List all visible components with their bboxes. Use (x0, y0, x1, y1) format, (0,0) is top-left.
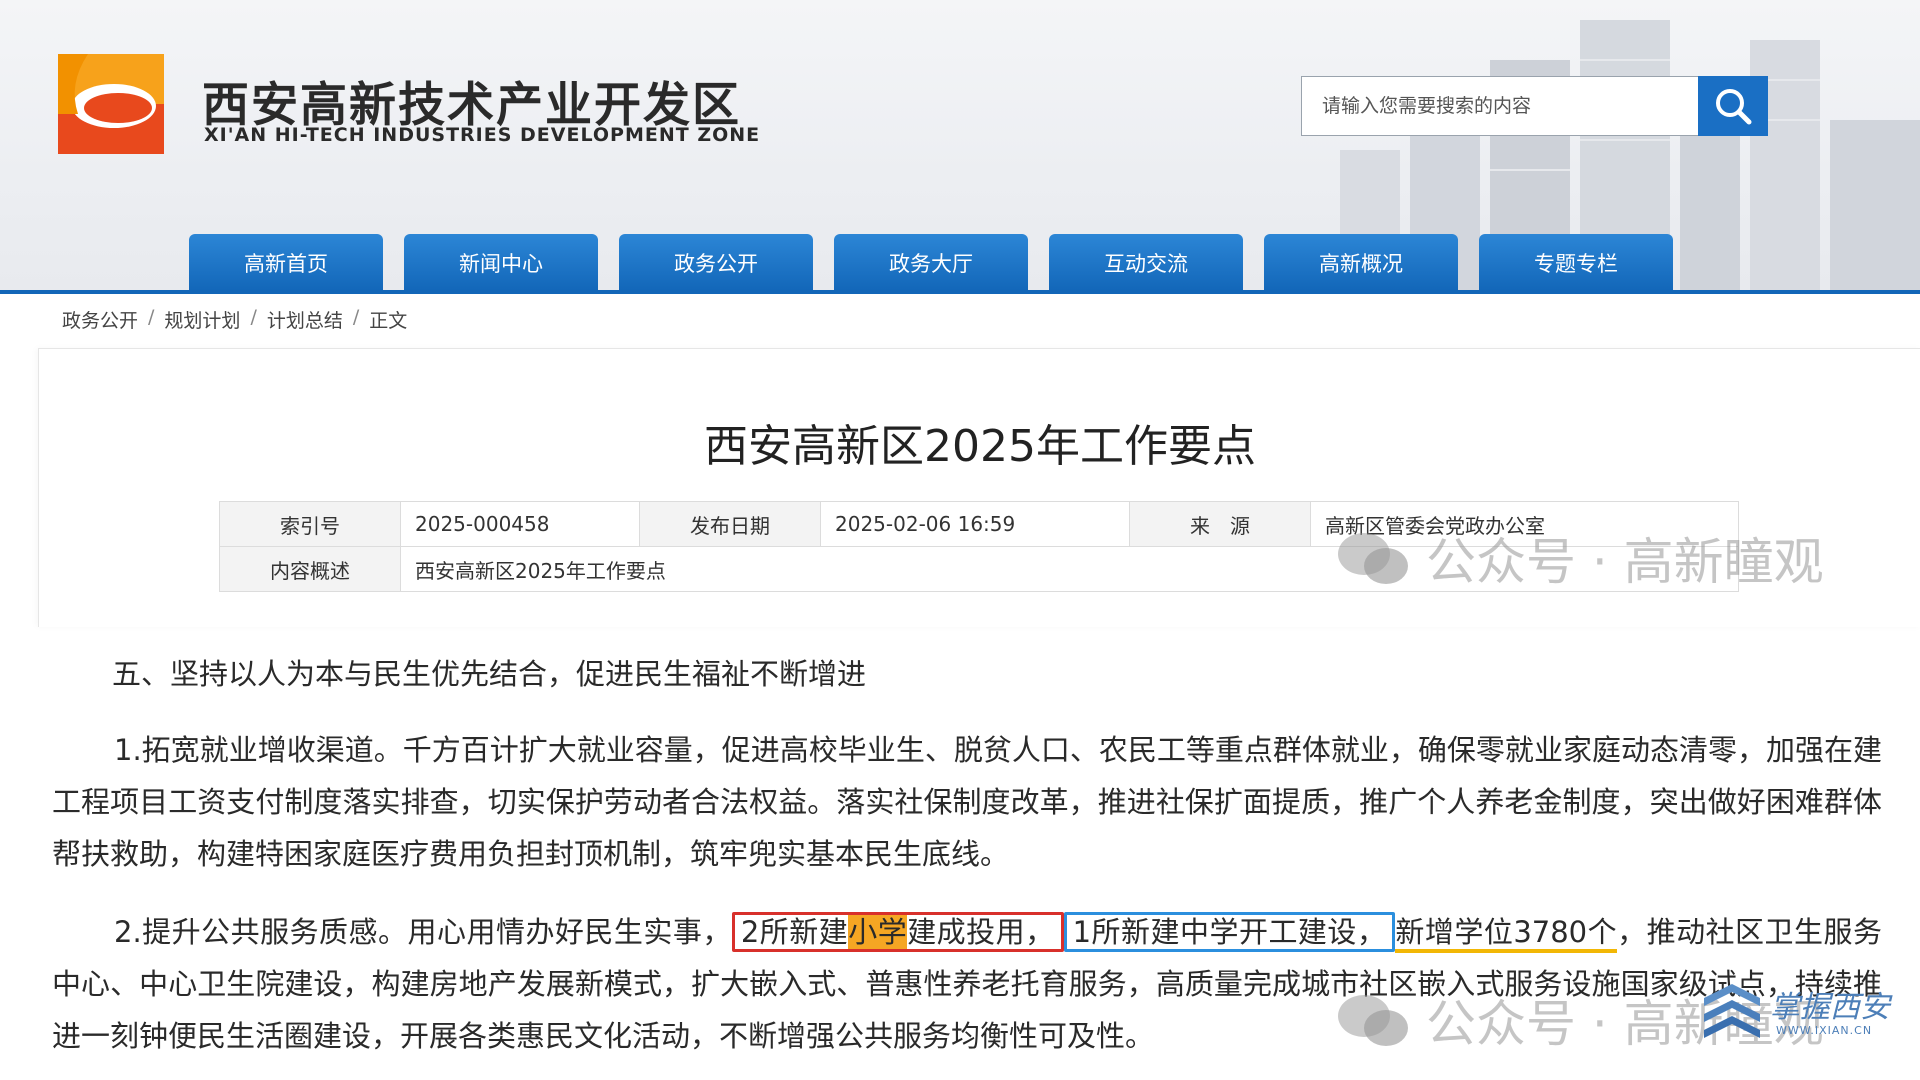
logo-icon[interactable] (58, 54, 164, 154)
article-title: 西安高新区2025年工作要点 (704, 421, 1256, 472)
breadcrumb-item-summary[interactable]: 计划总结 (267, 306, 343, 333)
meta-row: 索引号 2025-000458 发布日期 2025-02-06 16:59 来 … (219, 501, 1739, 547)
meta-summary-value: 西安高新区2025年工作要点 (400, 546, 1739, 592)
para2-red-part1: 2所新建 (740, 915, 849, 949)
meta-index-label: 索引号 (219, 501, 401, 547)
para2-red-part2: 建成投用， (907, 915, 1055, 949)
nav-item-interaction[interactable]: 互动交流 (1049, 234, 1243, 292)
nav-item-topics[interactable]: 专题专栏 (1479, 234, 1673, 292)
site-header: 西安高新技术产业开发区 XI'AN HI-TECH INDUSTRIES DEV… (0, 0, 1920, 294)
meta-source-label: 来 源 (1129, 501, 1311, 547)
highlight-blue-box: 1所新建中学开工建设， (1063, 912, 1396, 952)
section-heading: 五、坚持以人为本与民生优先结合，促进民生福祉不断增进 (112, 657, 867, 691)
highlight-orange-text: 小学 (848, 915, 908, 949)
nav-item-news[interactable]: 新闻中心 (404, 234, 598, 292)
search-input[interactable] (1301, 76, 1698, 136)
article-meta-table: 索引号 2025-000458 发布日期 2025-02-06 16:59 来 … (219, 501, 1739, 592)
nav-item-service-hall[interactable]: 政务大厅 (834, 234, 1028, 292)
meta-summary-label: 内容概述 (219, 546, 401, 592)
site-name-en: XI'AN HI-TECH INDUSTRIES DEVELOPMENT ZON… (204, 124, 761, 146)
meta-date-label: 发布日期 (639, 501, 821, 547)
paragraph-public-services: 2.提升公共服务质感。用心用情办好民生实事， 2所新建小学建成投用， 1所新建中学开… (52, 906, 1882, 1062)
paragraph-employment: 1.拓宽就业增收渠道。千方百计扩大就业容量，促进高校毕业生、脱贫人口、农民工等重… (52, 733, 1882, 871)
meta-row: 内容概述 西安高新区2025年工作要点 (219, 546, 1739, 592)
breadcrumb-item-current: 正文 (369, 310, 408, 332)
nav-underline (0, 290, 1920, 294)
meta-source-value: 高新区管委会党政办公室 (1310, 501, 1739, 547)
nav-item-overview[interactable]: 高新概况 (1264, 234, 1458, 292)
breadcrumb-item-planning[interactable]: 规划计划 (164, 306, 240, 333)
page: 西安高新技术产业开发区 XI'AN HI-TECH INDUSTRIES DEV… (0, 0, 1920, 1080)
meta-index-value: 2025-000458 (400, 501, 640, 547)
search-button[interactable] (1698, 76, 1768, 136)
nav-item-gov-info[interactable]: 政务公开 (619, 234, 813, 292)
breadcrumb-separator: / (148, 306, 155, 328)
breadcrumb-separator: / (250, 306, 257, 328)
search-bar (1301, 76, 1768, 136)
meta-date-value: 2025-02-06 16:59 (820, 501, 1130, 547)
highlight-underline: 新增学位3780个 (1395, 915, 1618, 953)
main-nav: 高新首页 新闻中心 政务公开 政务大厅 互动交流 高新概况 专题专栏 (189, 234, 1673, 292)
article-body: 五、坚持以人为本与民生优先结合，促进民生福祉不断增进 1.拓宽就业增收渠道。千方… (52, 648, 1882, 1080)
breadcrumb-separator: / (352, 306, 360, 328)
breadcrumb: 政务公开 / 规划计划 / 计划总结 / 正文 (62, 306, 407, 333)
para2-lead: 2.提升公共服务质感。用心用情办好民生实事， (114, 915, 732, 949)
search-icon (1716, 89, 1752, 125)
nav-item-home[interactable]: 高新首页 (189, 234, 383, 292)
highlight-red-box: 2所新建小学建成投用， (731, 912, 1064, 952)
breadcrumb-item-gov-info[interactable]: 政务公开 (62, 306, 138, 333)
